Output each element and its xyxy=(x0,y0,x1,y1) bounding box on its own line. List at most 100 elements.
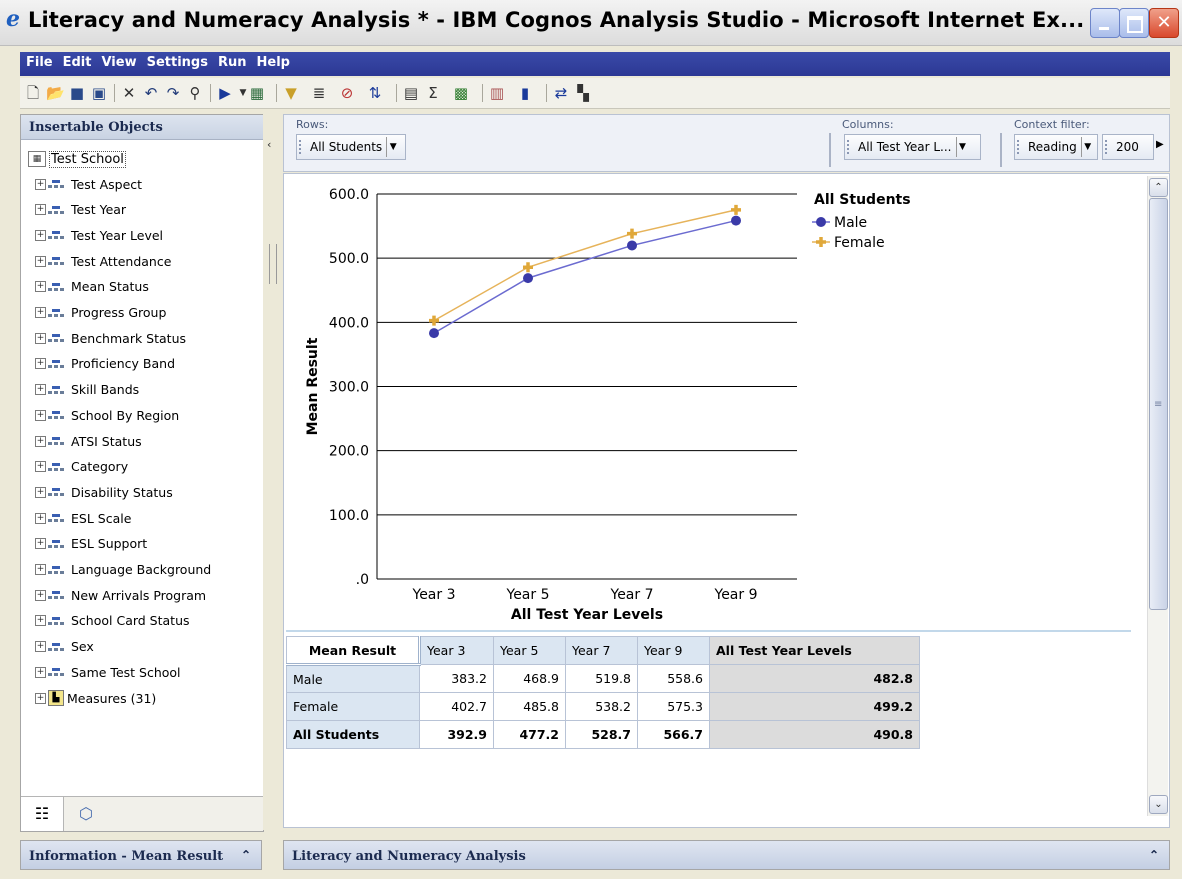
filter-icon[interactable]: ▼ xyxy=(282,84,300,102)
menu-view[interactable]: View xyxy=(96,52,141,70)
row-header-total[interactable]: All Students xyxy=(286,720,420,749)
context-filter-dropzone[interactable]: Reading ▼ xyxy=(1014,134,1098,160)
cell-value[interactable]: 392.9 xyxy=(419,720,494,749)
tree-item[interactable]: + Test Attendance xyxy=(35,250,171,272)
swap-icon[interactable]: ⇄ xyxy=(552,84,570,102)
total-cell[interactable]: 499.2 xyxy=(709,692,920,721)
tree-item[interactable]: + Test Aspect xyxy=(35,173,142,195)
totals-icon[interactable]: ▩ xyxy=(452,84,470,102)
cell-value[interactable]: 566.7 xyxy=(637,720,710,749)
tree-item[interactable]: + ATSI Status xyxy=(35,430,142,452)
menu-edit[interactable]: Edit xyxy=(58,52,97,70)
expand-icon[interactable]: + xyxy=(35,641,46,653)
tree-item[interactable]: + Proficiency Band xyxy=(35,353,175,375)
delete-icon[interactable]: ✕ xyxy=(120,84,138,102)
expand-icon[interactable]: + xyxy=(35,358,46,370)
vertical-scrollbar[interactable]: ⌃ ⌄ xyxy=(1147,176,1168,816)
tree-item[interactable]: + Progress Group xyxy=(35,302,166,324)
tree-item[interactable]: + Benchmark Status xyxy=(35,327,186,349)
scroll-down-icon[interactable]: ⌄ xyxy=(1149,795,1168,814)
collapse-left-icon[interactable]: ‹ xyxy=(267,138,271,151)
tree-item[interactable]: + School Card Status xyxy=(35,610,190,632)
chevron-down-icon[interactable]: ▼ xyxy=(1080,137,1094,157)
expand-icon[interactable]: + xyxy=(35,178,46,190)
crosstab-corner[interactable]: Mean Result xyxy=(286,636,420,666)
column-header[interactable]: Year 5 xyxy=(493,636,566,665)
tree-item[interactable]: + Skill Bands xyxy=(35,379,139,401)
find-icon[interactable]: ⚲ xyxy=(186,84,204,102)
maximize-button[interactable] xyxy=(1119,8,1149,38)
expand-icon[interactable]: + xyxy=(35,461,46,473)
chevron-down-icon[interactable]: ▼ xyxy=(386,137,399,157)
sort-icon[interactable]: ⇅ xyxy=(366,84,384,102)
expand-icon[interactable]: + xyxy=(35,435,46,447)
expand-icon[interactable]: + xyxy=(35,615,46,627)
columns-dropzone[interactable]: All Test Year L... ▼ xyxy=(844,134,981,160)
chart-icon[interactable]: ▮ xyxy=(516,84,534,102)
cell-value[interactable]: 468.9 xyxy=(493,664,566,693)
column-header[interactable]: Year 7 xyxy=(565,636,638,665)
expand-icon[interactable]: + xyxy=(35,666,46,678)
close-button[interactable]: ✕ xyxy=(1149,8,1179,38)
suppress-icon[interactable]: ≣ xyxy=(310,84,328,102)
menu-help[interactable]: Help xyxy=(252,52,295,70)
expand-icon[interactable]: + xyxy=(35,229,46,241)
expand-icon[interactable]: + xyxy=(35,538,46,550)
tree-item[interactable]: + Sex xyxy=(35,636,94,658)
calculate-icon[interactable]: Σ xyxy=(424,84,442,102)
menu-file[interactable]: File xyxy=(20,52,58,70)
dimension-tab[interactable]: ⬡ xyxy=(65,797,107,831)
total-cell[interactable]: 490.8 xyxy=(709,720,920,749)
total-cell[interactable]: 482.8 xyxy=(709,664,920,693)
row-header[interactable]: Female xyxy=(286,692,420,721)
cell-value[interactable]: 485.8 xyxy=(493,692,566,721)
total-column-header[interactable]: All Test Year Levels xyxy=(709,636,920,665)
menu-run[interactable]: Run xyxy=(213,52,252,70)
column-header[interactable]: Year 3 xyxy=(418,636,494,665)
cell-value[interactable]: 402.7 xyxy=(419,692,494,721)
collapse-icon[interactable]: ⌃ xyxy=(241,848,251,862)
expand-icon[interactable]: + xyxy=(35,589,46,601)
tree-item[interactable]: + Mean Status xyxy=(35,276,149,298)
tree-item[interactable]: + Test Year xyxy=(35,199,126,221)
minimize-button[interactable] xyxy=(1090,8,1120,38)
cell-value[interactable]: 538.2 xyxy=(565,692,638,721)
run-icon[interactable]: ▶ xyxy=(216,84,234,102)
scrollbar-thumb[interactable] xyxy=(1149,198,1168,610)
window-title-bar[interactable]: e Literacy and Numeracy Analysis * - IBM… xyxy=(0,0,1182,46)
redo-icon[interactable]: ↷ xyxy=(164,84,182,102)
expand-icon[interactable]: + xyxy=(35,486,46,498)
chevron-down-icon[interactable]: ▼ xyxy=(955,137,969,157)
cell-value[interactable]: 558.6 xyxy=(637,664,710,693)
save-icon[interactable]: ■ xyxy=(68,84,86,102)
exclude-icon[interactable]: ⊘ xyxy=(338,84,356,102)
tree-item[interactable]: + Test Year Level xyxy=(35,224,163,246)
cell-value[interactable]: 528.7 xyxy=(565,720,638,749)
undo-icon[interactable]: ↶ xyxy=(142,84,160,102)
expand-icon[interactable]: + xyxy=(35,512,46,524)
cell-value[interactable]: 519.8 xyxy=(565,664,638,693)
save-as-icon[interactable]: ▣ xyxy=(90,84,108,102)
expand-icon[interactable]: + xyxy=(35,564,46,575)
open-icon[interactable]: 📂 xyxy=(46,84,65,102)
expand-icon[interactable]: + xyxy=(35,332,46,344)
chart-type-icon[interactable]: ▥ xyxy=(488,84,506,102)
collapse-icon[interactable]: ⌃ xyxy=(1149,848,1159,862)
cell-value[interactable]: 477.2 xyxy=(493,720,566,749)
tree-item[interactable]: + New Arrivals Program xyxy=(35,584,206,606)
expand-icon[interactable]: + xyxy=(35,692,46,704)
column-header[interactable]: Year 9 xyxy=(637,636,710,665)
tree-item[interactable]: + ESL Support xyxy=(35,533,147,555)
tree-item[interactable]: + Disability Status xyxy=(35,481,173,503)
menu-settings[interactable]: Settings xyxy=(142,52,213,70)
expand-icon[interactable]: + xyxy=(35,281,46,293)
cell-value[interactable]: 383.2 xyxy=(419,664,494,693)
cell-value[interactable]: 575.3 xyxy=(637,692,710,721)
scroll-up-icon[interactable]: ⌃ xyxy=(1149,178,1168,197)
context-filter-dropzone-2[interactable]: 200 xyxy=(1102,134,1154,160)
new-icon[interactable]: 🗋 xyxy=(24,84,42,102)
expand-icon[interactable]: + xyxy=(35,384,46,396)
tree-item[interactable]: + Category xyxy=(35,456,128,478)
rows-dropzone[interactable]: All Students ▼ xyxy=(296,134,406,160)
tree-item[interactable]: + School By Region xyxy=(35,404,179,426)
